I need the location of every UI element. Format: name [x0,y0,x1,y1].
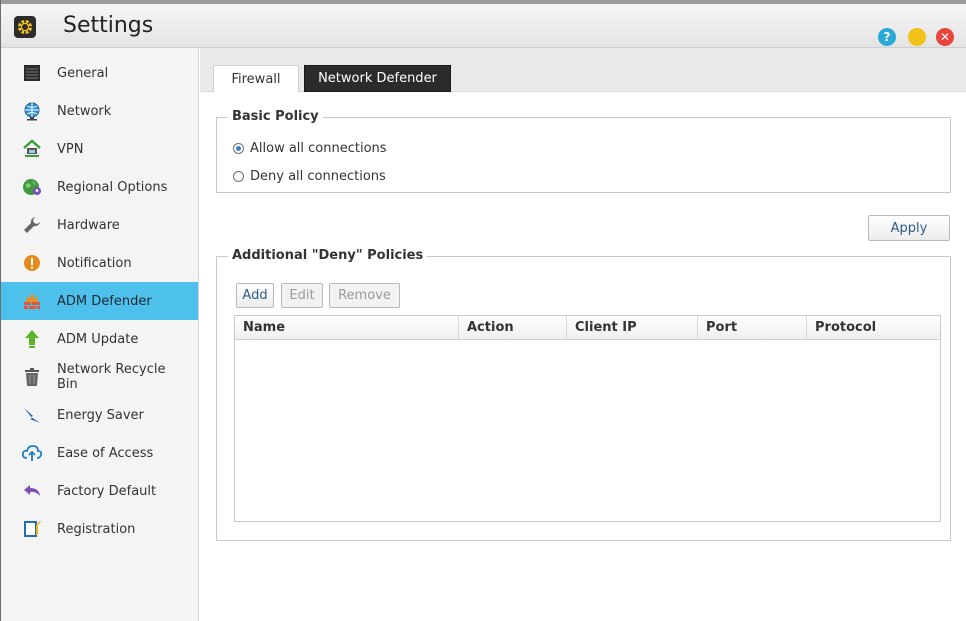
column-header-client-ip[interactable]: Client IP [567,316,698,339]
deny-all-label: Deny all connections [250,169,386,184]
column-header-name[interactable]: Name [235,316,459,339]
apply-button[interactable]: Apply [868,215,950,241]
remove-button[interactable]: Remove [329,283,400,308]
sidebar-item-label: Hardware [57,217,120,233]
wrench-icon [21,214,43,236]
sidebar-item-network[interactable]: Network [1,92,198,130]
radio-unchecked-icon[interactable] [233,171,244,182]
sidebar-item-notification[interactable]: Notification [1,244,198,282]
sidebar-item-adm-defender[interactable]: ADM Defender [1,282,198,320]
sidebar-item-label: General [57,65,109,81]
table-header: Name Action Client IP Port Protocol [235,316,940,340]
sidebar-item-hardware[interactable]: Hardware [1,206,198,244]
clipboard-icon [21,518,43,540]
sidebar-item-ease-of-access[interactable]: Ease of Access [1,434,198,472]
sidebar-item-label: Network Recycle Bin [57,362,166,392]
radio-checked-icon[interactable] [233,143,244,154]
sidebar-item-label: Ease of Access [57,445,154,461]
edit-button[interactable]: Edit [281,283,323,308]
sidebar-item-general[interactable]: General [1,54,198,92]
vpn-house-icon [21,138,43,160]
cloud-upload-icon [21,442,43,464]
settings-window: Settings ? ✕ General Network VPN Regiona… [0,0,966,621]
sidebar-item-label: Network [57,103,112,119]
globe-location-icon [21,176,43,198]
column-header-action[interactable]: Action [459,316,567,339]
deny-all-radio[interactable]: Deny all connections [233,169,386,184]
column-header-port[interactable]: Port [698,316,807,339]
sidebar-item-energy-saver[interactable]: Energy Saver [1,396,198,434]
column-header-protocol[interactable]: Protocol [807,316,940,339]
sidebar-item-label: Factory Default [57,483,157,499]
basic-policy-legend: Basic Policy [228,109,323,124]
sidebar-item-label: VPN [57,141,84,157]
allow-all-radio[interactable]: Allow all connections [233,141,387,156]
trash-icon [21,366,43,388]
sidebar-item-label: ADM Update [57,331,139,347]
app-gear-icon [14,16,36,38]
tab-network-defender[interactable]: Network Defender [304,65,451,92]
basic-policy-group: Basic Policy Allow all connections Deny … [216,109,951,193]
firewall-icon [21,290,43,312]
exclamation-icon [21,252,43,274]
arrow-up-icon [21,328,43,350]
deny-policies-table[interactable]: Name Action Client IP Port Protocol [234,315,941,522]
minimize-button[interactable] [908,28,926,46]
help-button[interactable]: ? [878,28,896,46]
deny-policies-legend: Additional "Deny" Policies [228,248,428,263]
server-icon [21,62,43,84]
close-button[interactable]: ✕ [936,28,954,46]
sidebar-item-adm-update[interactable]: ADM Update [1,320,198,358]
title-bar: Settings ? ✕ [1,0,966,48]
sidebar-item-network-recycle-bin[interactable]: Network Recycle Bin [1,358,198,396]
sidebar-item-factory-default[interactable]: Factory Default [1,472,198,510]
allow-all-label: Allow all connections [250,141,387,156]
sidebar-item-registration[interactable]: Registration [1,510,198,548]
tab-firewall[interactable]: Firewall [213,65,299,92]
sidebar-item-vpn[interactable]: VPN [1,130,198,168]
lightning-icon [21,404,43,426]
sidebar-item-label: ADM Defender [57,293,152,309]
sidebar-item-regional-options[interactable]: Regional Options [1,168,198,206]
sidebar: General Network VPN Regional Options Har… [1,48,199,621]
sidebar-item-label: Notification [57,255,132,271]
undo-arrow-icon [21,480,43,502]
globe-icon [21,100,43,122]
tab-strip: Firewall Network Defender [200,48,966,92]
window-title: Settings [63,13,154,38]
sidebar-item-label: Registration [57,521,136,537]
sidebar-item-label: Energy Saver [57,407,144,423]
sidebar-item-label: Regional Options [57,179,168,195]
add-button[interactable]: Add [236,283,274,308]
